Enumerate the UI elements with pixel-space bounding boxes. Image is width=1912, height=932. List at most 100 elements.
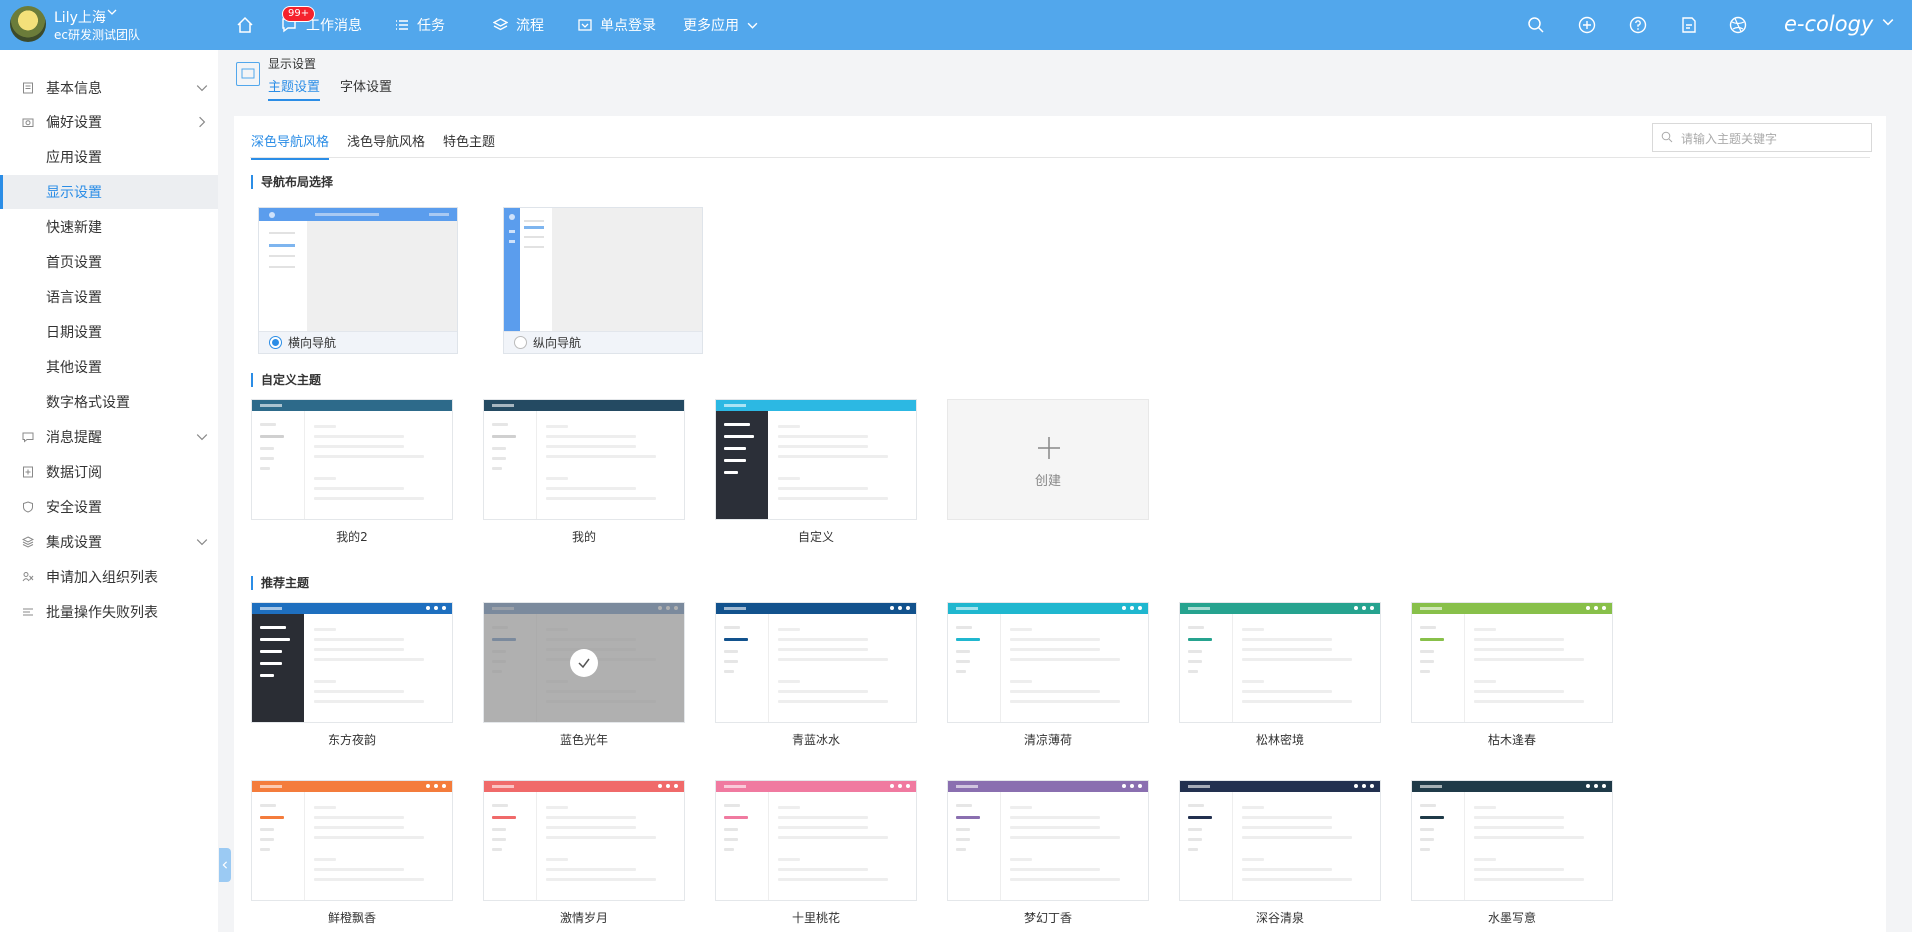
- theme-label: 我的2: [336, 530, 368, 544]
- sidebar-item-join-org[interactable]: 申请加入组织列表: [0, 560, 218, 594]
- avatar[interactable]: [10, 6, 46, 42]
- theme-card[interactable]: [1179, 780, 1381, 901]
- home-icon: [237, 16, 253, 33]
- sidebar-item-homepage-settings[interactable]: 首页设置: [0, 245, 218, 279]
- tab-special-theme[interactable]: 特色主题: [443, 131, 495, 158]
- theme-label: 深谷清泉: [1255, 911, 1304, 925]
- theme-card[interactable]: [947, 780, 1149, 901]
- sidebar-item-basic-info[interactable]: 基本信息: [0, 71, 218, 105]
- user-name[interactable]: Lily上海: [54, 7, 106, 27]
- sidebar-item-label: 批量操作失败列表: [46, 605, 158, 621]
- sidebar-item-language-settings[interactable]: 语言设置: [0, 280, 218, 314]
- sidebar-item-security[interactable]: 安全设置: [0, 490, 218, 524]
- layout-option-horizontal[interactable]: 横向导航: [259, 331, 457, 353]
- help-icon[interactable]: [1629, 16, 1647, 34]
- theme-card[interactable]: [947, 602, 1149, 723]
- chevron-right-icon: [199, 116, 206, 128]
- sidebar: 基本信息 偏好设置 应用设置 显示设置 快速新建 首页设置 语言设置 日期设置 …: [0, 50, 218, 932]
- sidebar-item-display-settings[interactable]: 显示设置: [0, 175, 218, 209]
- sidebar-item-message-reminder[interactable]: 消息提醒: [0, 420, 218, 454]
- layout-card-horizontal[interactable]: 横向导航: [258, 207, 458, 354]
- sidebar-item-data-subscription[interactable]: 数据订阅: [0, 455, 218, 489]
- tab-light-nav[interactable]: 浅色导航风格: [347, 131, 425, 158]
- sidebar-item-number-format[interactable]: 数字格式设置: [0, 385, 218, 419]
- user-team: ec研发测试团队: [54, 28, 140, 42]
- sidebar-item-integration[interactable]: 集成设置: [0, 525, 218, 559]
- report-icon[interactable]: [1680, 16, 1698, 34]
- sso-icon: [578, 19, 592, 31]
- layout-card-vertical[interactable]: 纵向导航: [503, 207, 703, 354]
- tab-divider: [250, 157, 1870, 158]
- theme-label: 梦幻丁香: [1023, 911, 1072, 925]
- layout-option-vertical[interactable]: 纵向导航: [504, 331, 702, 353]
- nav-more-apps[interactable]: 更多应用: [683, 0, 766, 50]
- nav-label: 工作消息: [306, 18, 362, 34]
- chevron-down-icon[interactable]: [1882, 16, 1894, 28]
- nav-sso[interactable]: 单点登录: [578, 0, 656, 50]
- theme-card[interactable]: [1411, 780, 1613, 901]
- sidebar-item-app-settings[interactable]: 应用设置: [0, 140, 218, 174]
- theme-card[interactable]: [1411, 602, 1613, 723]
- theme-label: 东方夜韵: [327, 733, 376, 747]
- theme-label: 松林密境: [1255, 733, 1304, 747]
- sidebar-item-label: 应用设置: [46, 150, 102, 166]
- sidebar-item-label: 申请加入组织列表: [46, 570, 158, 586]
- nav-task[interactable]: 任务: [395, 0, 445, 50]
- plus-icon: [1038, 437, 1060, 459]
- search-icon: [1661, 131, 1673, 143]
- nav-label: 任务: [417, 18, 445, 34]
- sidebar-item-date-settings[interactable]: 日期设置: [0, 315, 218, 349]
- radio-unchecked[interactable]: [514, 336, 527, 349]
- theme-label: 枯木逢春: [1487, 733, 1536, 747]
- theme-card[interactable]: [251, 602, 453, 723]
- sidebar-item-label: 语言设置: [46, 290, 102, 306]
- layout-label: 横向导航: [288, 336, 337, 350]
- theme-card[interactable]: [251, 399, 453, 520]
- tab-theme-settings[interactable]: 主题设置: [268, 76, 321, 101]
- page-icon: [236, 62, 260, 86]
- theme-card[interactable]: [483, 602, 685, 723]
- search-icon[interactable]: [1527, 16, 1545, 34]
- sidebar-item-label: 数字格式设置: [46, 395, 130, 411]
- radio-checked[interactable]: [269, 336, 282, 349]
- sidebar-collapse-handle[interactable]: [219, 848, 231, 882]
- tab-dark-nav[interactable]: 深色导航风格: [251, 131, 330, 160]
- theme-card[interactable]: [715, 399, 917, 520]
- theme-card[interactable]: [1179, 602, 1381, 723]
- settings-globe-icon[interactable]: [1729, 16, 1747, 34]
- sidebar-item-quick-create[interactable]: 快速新建: [0, 210, 218, 244]
- list-icon: [23, 608, 33, 616]
- chevron-down-icon: [747, 22, 758, 29]
- theme-card[interactable]: [715, 602, 917, 723]
- sidebar-item-label: 日期设置: [46, 325, 102, 341]
- layers-icon: [22, 536, 34, 548]
- theme-card[interactable]: [715, 780, 917, 901]
- theme-label: 十里桃花: [791, 911, 840, 925]
- theme-label: 我的: [571, 530, 596, 544]
- tab-font-settings[interactable]: 字体设置: [340, 76, 392, 99]
- theme-card[interactable]: [483, 399, 685, 520]
- layout-label: 纵向导航: [533, 336, 582, 350]
- chevron-down-icon[interactable]: [107, 7, 117, 20]
- sidebar-item-other-settings[interactable]: 其他设置: [0, 350, 218, 384]
- add-circle-icon[interactable]: [1578, 16, 1596, 34]
- home-button[interactable]: [236, 0, 262, 50]
- theme-card[interactable]: [251, 780, 453, 901]
- sidebar-item-label: 快速新建: [46, 220, 102, 236]
- sidebar-item-label: 消息提醒: [46, 430, 102, 446]
- create-theme-button[interactable]: 创建: [947, 399, 1149, 520]
- section-title-layout: 导航布局选择: [251, 175, 333, 189]
- theme-card[interactable]: [483, 780, 685, 901]
- theme-search-input[interactable]: 请输入主题关键字: [1652, 123, 1872, 152]
- sidebar-item-preferences[interactable]: 偏好设置: [0, 105, 218, 139]
- chevron-down-icon: [196, 85, 208, 92]
- sidebar-item-batch-failures[interactable]: 批量操作失败列表: [0, 595, 218, 629]
- theme-label: 青蓝冰水: [791, 733, 840, 747]
- org-icon: [22, 572, 34, 582]
- sidebar-item-label: 安全设置: [46, 500, 102, 516]
- subscribe-icon: [23, 466, 33, 478]
- top-bar: Lily上海 ec研发测试团队 工作消息 99+ 任务 流程 单点登录 更多应用…: [0, 0, 1912, 50]
- theme-label: 激情岁月: [559, 911, 608, 925]
- nav-workflow[interactable]: 流程: [493, 0, 544, 50]
- camera-icon: [22, 118, 34, 127]
